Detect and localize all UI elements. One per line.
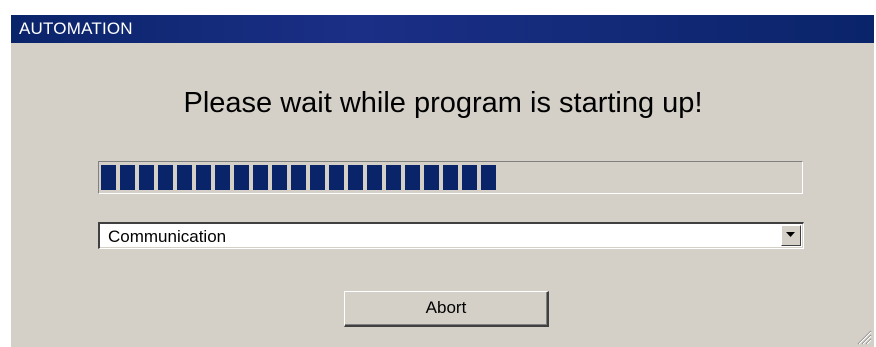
- title-bar[interactable]: AUTOMATION: [11, 15, 874, 43]
- dropdown-selected-value: Communication: [108, 227, 227, 246]
- abort-button[interactable]: Abort: [344, 291, 549, 327]
- progress-bar: [98, 161, 803, 194]
- progress-fill: [101, 165, 496, 190]
- startup-dialog: AUTOMATION Please wait while program is …: [10, 14, 874, 347]
- resize-grip-icon[interactable]: [854, 327, 872, 345]
- stage-dropdown[interactable]: Communication: [98, 222, 804, 249]
- dropdown-arrow-button[interactable]: [781, 225, 801, 246]
- window-title: AUTOMATION: [19, 19, 133, 38]
- chevron-down-icon: [786, 232, 795, 237]
- startup-message: Please wait while program is starting up…: [183, 87, 703, 119]
